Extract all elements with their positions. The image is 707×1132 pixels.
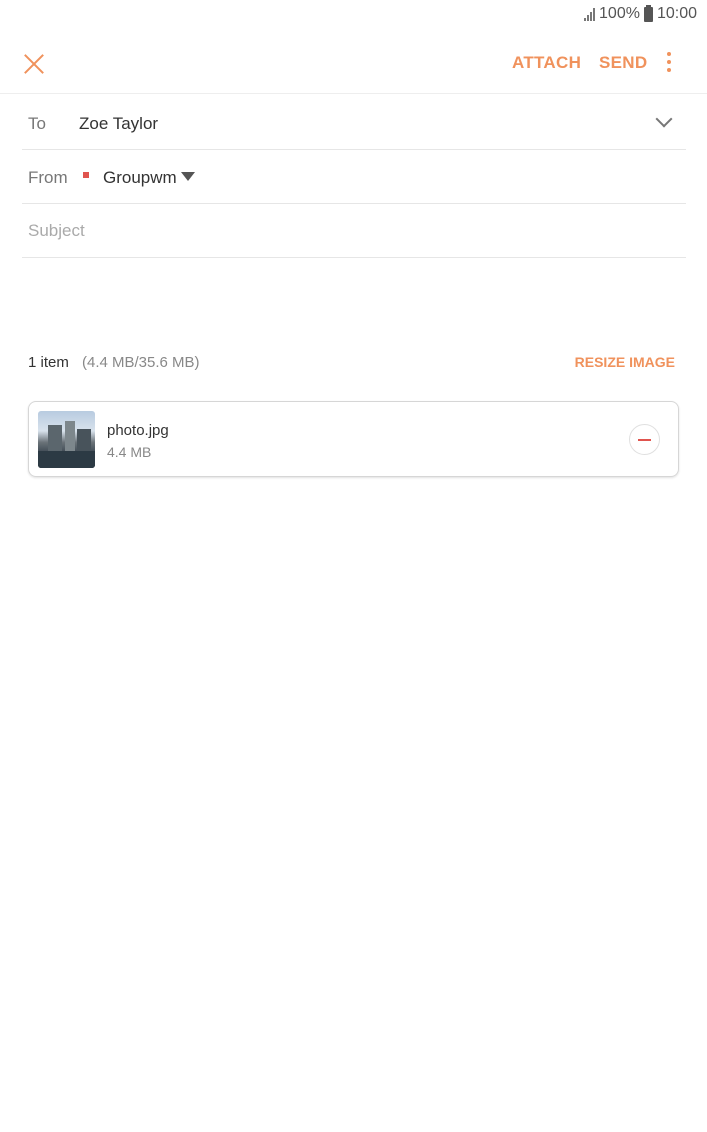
subject-input[interactable] [28, 216, 668, 246]
to-field[interactable]: To Zoe Taylor [22, 96, 686, 150]
signal-icon [584, 7, 596, 21]
to-recipient[interactable]: Zoe Taylor [79, 114, 158, 134]
subject-field[interactable] [22, 204, 686, 258]
to-label: To [28, 114, 46, 133]
chevron-down-icon[interactable] [655, 110, 673, 128]
photo-thumbnail [38, 411, 95, 468]
attachment-file-name: photo.jpg [107, 422, 169, 439]
attachment-file-size: 4.4 MB [107, 444, 152, 460]
battery-percent: 100% [599, 5, 640, 22]
send-button[interactable]: SEND [599, 53, 647, 73]
attachment-count: 1 item [28, 354, 69, 371]
compose-toolbar: ATTACH SEND [0, 36, 707, 94]
close-icon[interactable] [20, 50, 48, 78]
status-indicators: 100% 10:00 [584, 4, 697, 23]
attachment-item[interactable]: photo.jpg 4.4 MB [28, 401, 679, 477]
attach-button[interactable]: ATTACH [512, 53, 581, 73]
from-field[interactable]: From Groupwm [22, 150, 686, 204]
attachment-total-size: (4.4 MB/35.6 MB) [82, 354, 200, 371]
battery-icon [643, 4, 653, 22]
status-bar: 100% 10:00 [0, 0, 707, 30]
dropdown-caret-icon[interactable] [181, 172, 195, 181]
more-vert-icon[interactable] [662, 52, 676, 74]
from-account[interactable]: Groupwm [103, 168, 177, 188]
clock: 10:00 [656, 5, 697, 22]
from-label: From [28, 168, 68, 187]
resize-image-button[interactable]: RESIZE IMAGE [575, 354, 675, 370]
account-color-marker [83, 172, 89, 178]
remove-icon[interactable] [629, 424, 660, 455]
attachments-header: 1 item (4.4 MB/35.6 MB) RESIZE IMAGE [28, 353, 678, 375]
